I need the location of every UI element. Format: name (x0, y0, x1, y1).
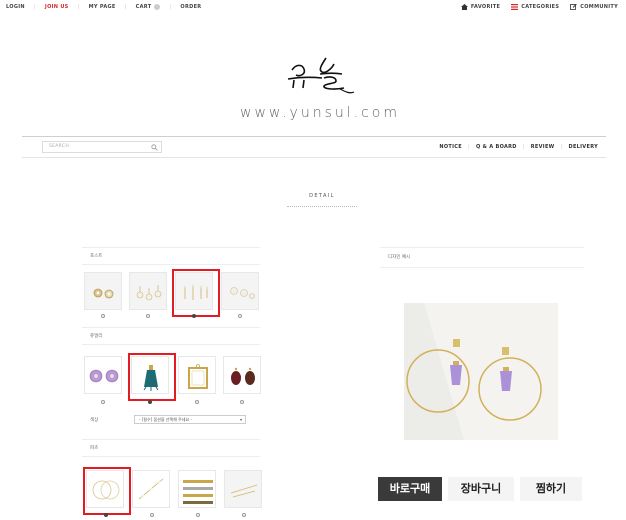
nav-qa-board[interactable]: Q & A BOARD (476, 144, 517, 150)
option-thumb-charm-1[interactable] (84, 356, 122, 394)
option-radio[interactable] (240, 400, 244, 404)
menu-icon (511, 4, 519, 10)
wishlist-button[interactable]: 찜하기 (520, 477, 582, 501)
nav-notice[interactable]: NOTICE (439, 144, 462, 150)
option-thumb-part-4[interactable] (224, 470, 262, 508)
top-bar: LOGIN | JOIN US | MY PAGE | CART | ORDER… (0, 0, 626, 16)
search-icon[interactable] (151, 144, 158, 151)
option-thumb-charm-4[interactable] (223, 356, 261, 394)
brand-logo[interactable] (278, 48, 358, 98)
mypage-link[interactable]: MY PAGE (89, 4, 116, 10)
nav-divider-top (22, 136, 606, 137)
product-name: 디자인 예시 (388, 255, 411, 260)
option-radio[interactable] (242, 513, 246, 517)
nav-divider: | (467, 144, 470, 150)
nav-review[interactable]: REVIEW (531, 144, 555, 150)
ring-parts-image (92, 480, 120, 500)
crystal-post-image (230, 287, 255, 299)
option-radio-selected[interactable] (104, 513, 108, 517)
option-radio[interactable] (196, 513, 200, 517)
buy-now-button[interactable]: 바로구매 (378, 477, 442, 501)
nav-divider: | (169, 4, 172, 10)
option-thumb-part-1[interactable] (83, 467, 131, 515)
favorite-link[interactable]: FAVORITE (460, 4, 501, 10)
top-right-nav: FAVORITE CATEGORIES COMMUNITY (450, 4, 618, 10)
option-thumb-post-4[interactable] (221, 272, 259, 310)
option-select[interactable]: - [필수] 옵션을 선택해 주세요 - ▾ (134, 415, 246, 424)
option-thumb-charm-2[interactable] (128, 353, 176, 401)
join-link[interactable]: JOIN US (45, 4, 69, 10)
option-radio[interactable] (101, 314, 105, 318)
option-radio-selected[interactable] (192, 314, 196, 318)
detail-underline (287, 206, 357, 207)
categories-link[interactable]: CATEGORIES (511, 4, 559, 10)
stone-charm-image (231, 367, 255, 385)
select-value: - [필수] 옵션을 선택해 주세요 - (139, 417, 192, 422)
pearl-post-image (136, 285, 162, 301)
option-radio[interactable] (150, 513, 154, 517)
categories-label: CATEGORIES (521, 4, 560, 10)
select-label: 색상 (90, 418, 99, 423)
site-url: www.yunsul.com (240, 105, 400, 121)
favorite-label: FAVORITE (470, 4, 501, 10)
chevron-down-icon: ▾ (239, 417, 242, 422)
pin-parts-image (230, 484, 258, 498)
add-to-cart-button[interactable]: 장바구니 (448, 477, 514, 501)
nav-divider: | (77, 4, 80, 10)
cart-count-badge (154, 4, 161, 10)
order-link[interactable]: ORDER (180, 4, 201, 10)
main-nav: NOTICE | Q & A BOARD | REVIEW | DELIVERY (439, 144, 598, 150)
option-select-row: 색상 - [필수] 옵션을 선택해 주세요 - ▾ (82, 412, 260, 428)
option-radio[interactable] (195, 400, 199, 404)
option-thumb-part-3[interactable] (178, 470, 216, 508)
bar-parts-image (183, 480, 213, 504)
nav-divider: | (124, 4, 127, 10)
option-group-label: 쥬얼리 (90, 334, 103, 339)
frame-charm-image (188, 364, 208, 389)
option-radio[interactable] (238, 314, 242, 318)
option-group-header: 포스트 (82, 247, 260, 265)
edit-icon (570, 4, 578, 10)
option-thumb-charm-3[interactable] (178, 356, 216, 394)
tassel-charm-image (143, 365, 159, 391)
login-link[interactable]: LOGIN (6, 4, 25, 10)
option-group-label: 포스트 (90, 254, 103, 259)
chain-parts-image (138, 478, 164, 500)
option-thumb-post-2[interactable] (129, 272, 167, 310)
nav-divider-bottom (22, 157, 606, 158)
option-thumb-post-3[interactable] (172, 269, 220, 317)
detail-title: DETAIL (309, 193, 335, 199)
option-thumb-post-1[interactable] (84, 272, 122, 310)
option-group-label: 파츠 (90, 446, 99, 451)
community-label: COMMUNITY (580, 4, 618, 10)
product-name-box: 디자인 예시 (380, 247, 584, 268)
product-image (404, 303, 558, 440)
nav-divider: | (560, 144, 563, 150)
flower-charm-image (89, 369, 119, 383)
nav-delivery[interactable]: DELIVERY (569, 144, 599, 150)
community-link[interactable]: COMMUNITY (570, 4, 618, 10)
option-group-header: 파츠 (82, 439, 260, 457)
search-placeholder: SEARCH (49, 144, 70, 149)
option-thumb-part-2[interactable] (132, 470, 170, 508)
nav-divider: | (33, 4, 36, 10)
option-radio-selected[interactable] (148, 400, 152, 404)
search-input[interactable]: SEARCH (42, 141, 162, 153)
earring-stud-image (93, 288, 114, 299)
option-radio[interactable] (101, 400, 105, 404)
pin-post-image (183, 284, 209, 300)
top-nav: LOGIN | JOIN US | MY PAGE | CART | ORDER (6, 4, 201, 10)
cart-link[interactable]: CART (136, 4, 152, 10)
home-icon (460, 4, 468, 10)
option-radio[interactable] (146, 314, 150, 318)
option-group-header: 쥬얼리 (82, 327, 260, 345)
nav-divider: | (522, 144, 525, 150)
